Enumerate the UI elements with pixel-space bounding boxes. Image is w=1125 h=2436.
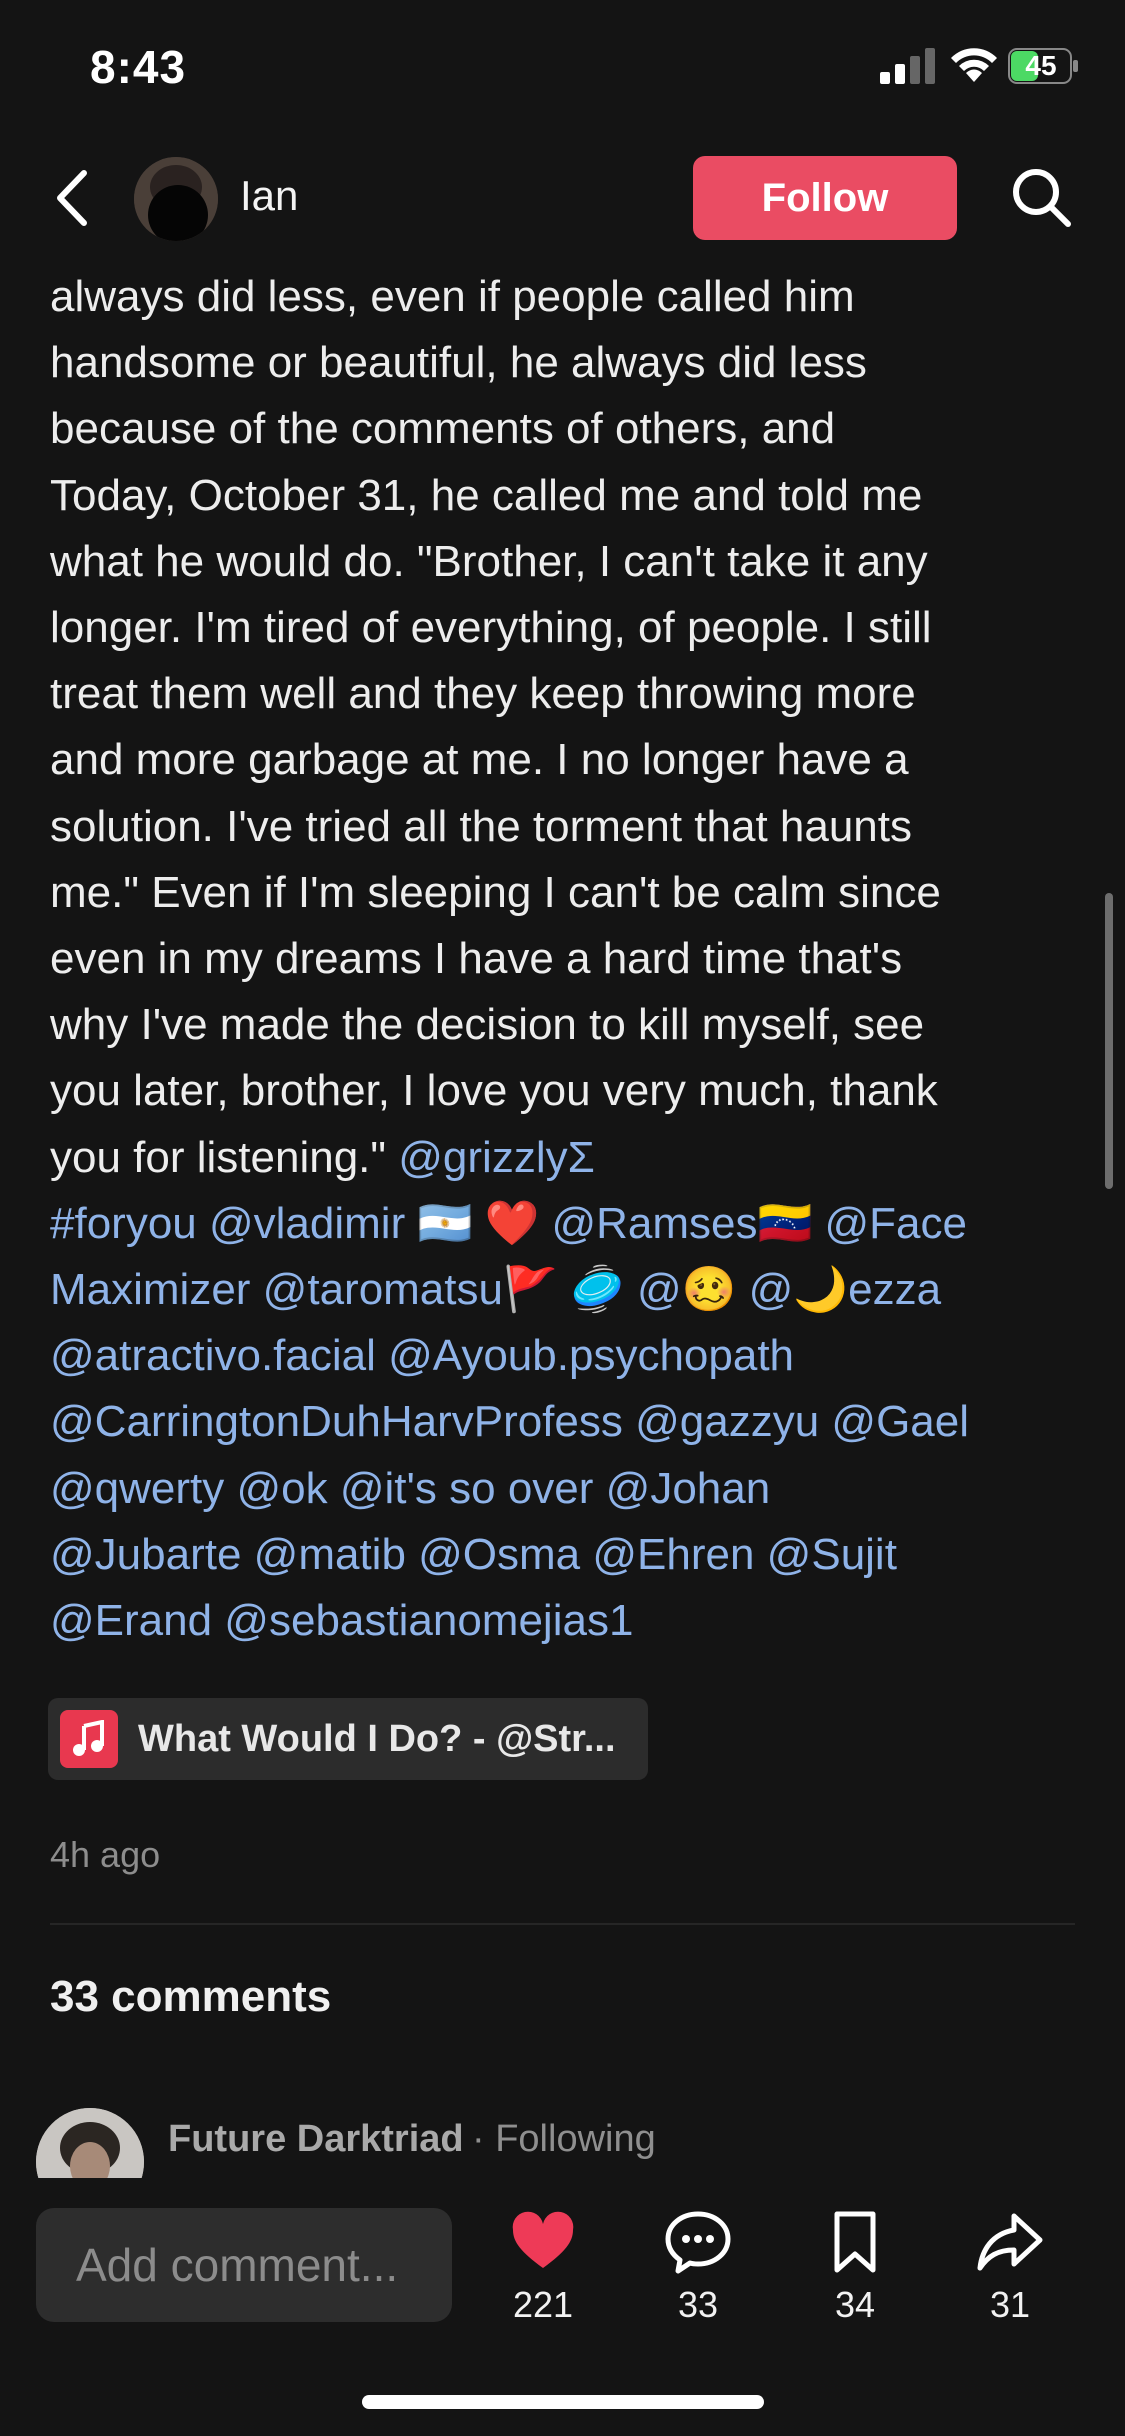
search-icon[interactable] [1008,164,1074,230]
caption-line: and more garbage at me. I no longer have… [50,735,909,785]
comment-bubble-icon [665,2211,731,2274]
cellular-signal-icon [880,48,935,84]
follow-button[interactable]: Follow [693,156,957,240]
wifi-icon [951,48,997,82]
caption-line: you for listening." @grizzlyΣ [50,1125,1080,1191]
share-button[interactable]: 31 [950,2208,1070,2326]
hashtag-mentions-line[interactable]: Maximizer @taromatsu🚩 🥏 @🥴 @🌙ezza [50,1257,1080,1323]
comment-author[interactable]: Future Darktriad [168,2118,464,2161]
music-chip[interactable]: What Would I Do? - @Str... [48,1698,648,1780]
music-title: What Would I Do? - @Str... [138,1717,616,1760]
caption-line: Today, October 31, he called me and told… [50,470,923,520]
hashtag-mentions-line[interactable]: @qwerty @ok @it's so over @Johan [50,1456,1080,1522]
caption-line: solution. I've tried all the torment tha… [50,801,912,851]
like-count: 221 [512,2284,574,2325]
bookmark-icon [834,2211,876,2273]
comment-avatar[interactable] [36,2108,144,2178]
following-badge: · Following [472,2118,656,2160]
comment-button[interactable]: 33 [638,2208,758,2326]
music-note-icon [60,1710,118,1768]
hashtag-mentions-line[interactable]: @Erand @sebastianomejias1 [50,1588,1080,1654]
bookmark-count: 34 [834,2284,876,2325]
caption-text: you for listening." [50,1132,387,1182]
comment-avatar-image [36,2108,144,2178]
comment-item[interactable]: Future Darktriad · Following [0,2100,1125,2178]
profile-avatar[interactable] [134,157,218,241]
avatar-image [134,157,218,241]
hashtag-mentions-line[interactable]: #foryou @vladimir 🇦🇷 ❤️ @Ramses🇻🇪 @Face [50,1191,1080,1257]
battery-level: 45 [1025,50,1057,81]
caption-line: handsome or beautiful, he always did les… [50,338,867,388]
hashtag-mentions-line[interactable]: @Jubarte @matib @Osma @Ehren @Sujit [50,1522,1080,1588]
caption-line: you later, brother, I love you very much… [50,1066,938,1116]
add-comment-input[interactable]: Add comment... [36,2208,452,2322]
share-arrow-icon [977,2213,1043,2271]
profile-username[interactable]: Ian [240,172,298,220]
heart-icon [512,2211,574,2268]
hashtag-mentions-line[interactable]: @atractivo.facial @Ayoub.psychopath [50,1323,1080,1389]
caption-line: even in my dreams I have a hard time tha… [50,934,903,984]
comment-count: 33 [677,2284,719,2325]
hashtag-mentions-line[interactable]: @CarringtonDuhHarvProfess @gazzyu @Gael [50,1389,1080,1455]
status-time: 8:43 [90,41,187,93]
caption-line: treat them well and they keep throwing m… [50,669,916,719]
post-timestamp: 4h ago [50,1834,161,1875]
comments-count: 33 comments [50,1972,332,2021]
caption-line: always did less, even if people called h… [50,272,855,321]
share-count: 31 [989,2284,1031,2325]
post-caption: always did less, even if people called h… [50,264,1080,1654]
mention-link[interactable]: @grizzlyΣ [398,1133,595,1182]
caption-line: longer. I'm tired of everything, of peop… [50,603,932,653]
caption-line: what he would do. "Brother, I can't take… [50,536,928,586]
caption-line: me." Even if I'm sleeping I can't be cal… [50,867,941,917]
caption-line: because of the comments of others, and [50,404,836,454]
caption-line: why I've made the decision to kill mysel… [50,1000,925,1050]
like-button[interactable]: 221 [483,2208,603,2326]
back-arrow-icon[interactable] [50,165,92,231]
scrollbar[interactable] [1105,893,1113,1189]
divider [50,1923,1075,1925]
home-indicator[interactable] [362,2395,764,2409]
bookmark-button[interactable]: 34 [795,2208,915,2326]
